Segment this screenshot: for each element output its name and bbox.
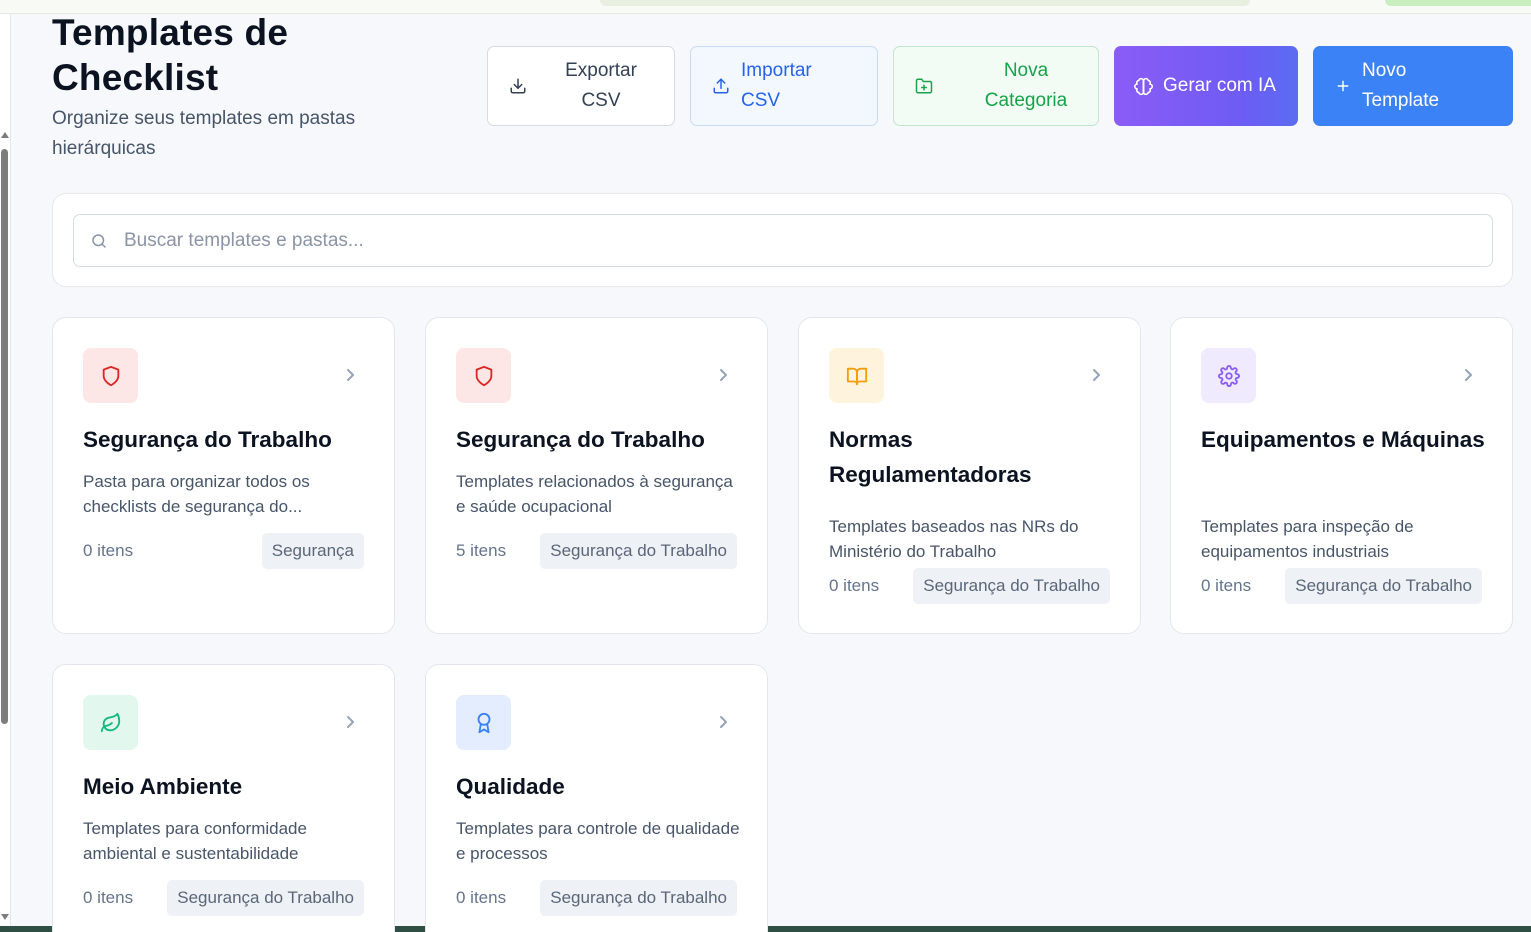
generate-ai-button[interactable]: Gerar com IA: [1114, 46, 1298, 126]
category-card[interactable]: Normas Regulamentadoras Templates baseado…: [798, 317, 1141, 634]
item-count: 0 itens: [456, 888, 507, 907]
card-description: Templates para controle de qualidade e p…: [456, 819, 740, 863]
generate-ai-label: Gerar com IA: [1163, 75, 1276, 96]
chevron-right-icon[interactable]: [717, 367, 729, 383]
chevron-right-icon[interactable]: [1462, 367, 1474, 383]
folder-plus-icon: [914, 76, 934, 96]
card-title: Equipamentos e Máquinas: [1201, 427, 1485, 452]
plus-icon: [1333, 76, 1353, 96]
download-icon: [508, 76, 528, 96]
category-icon-box: [1201, 348, 1256, 403]
category-tag: Segurança do Trabalho: [540, 533, 737, 569]
search-input[interactable]: [124, 229, 1424, 252]
new-template-label: Novo Template: [1362, 60, 1440, 111]
search-panel: [52, 193, 1513, 287]
export-csv-button[interactable]: Exportar CSV: [487, 46, 675, 126]
export-csv-label: Exportar CSV: [565, 60, 637, 111]
chevron-right-icon[interactable]: [717, 714, 729, 730]
item-count: 5 itens: [456, 541, 507, 560]
category-icon-box: [456, 695, 511, 750]
item-count: 0 itens: [83, 888, 134, 907]
category-tag: Segurança do Trabalho: [913, 568, 1110, 604]
category-tag: Segurança do Trabalho: [1285, 568, 1482, 604]
item-count: 0 itens: [83, 541, 134, 560]
category-icon-box: [456, 348, 511, 403]
shield-icon: [475, 365, 492, 386]
chevron-right-icon[interactable]: [344, 367, 356, 383]
item-count: 0 itens: [1201, 576, 1252, 595]
brain-icon: [1133, 76, 1153, 96]
category-card[interactable]: Segurança do Trabalho Templates relaciona…: [425, 317, 768, 634]
card-description: Templates para conformidade ambiental e …: [83, 819, 307, 863]
card-footer: 0 itens Segurança do Trabalho: [83, 880, 364, 916]
category-icon-box: [829, 348, 884, 403]
gear-icon: [1217, 364, 1240, 387]
category-icon-box: [83, 695, 138, 750]
import-csv-label: Importar CSV: [741, 60, 812, 111]
scroll-up-icon[interactable]: [1, 132, 9, 138]
new-template-button[interactable]: Novo Template: [1313, 46, 1513, 126]
new-category-button[interactable]: Nova Categoria: [893, 46, 1099, 126]
shield-icon: [102, 365, 119, 386]
category-tag: Segurança: [261, 533, 364, 569]
card-footer: 5 itens Segurança do Trabalho: [456, 533, 737, 569]
card-footer: 0 itens Segurança do Trabalho: [1201, 568, 1482, 604]
category-card[interactable]: Meio Ambiente Templates para conformidade…: [52, 664, 395, 932]
card-footer: 0 itens Segurança do Trabalho: [829, 568, 1110, 604]
card-title: Segurança do Trabalho: [83, 427, 332, 452]
page-title: Templates de Checklist: [52, 12, 289, 98]
search-icon: [90, 232, 108, 250]
leaf-icon: [100, 712, 120, 732]
award-icon: [477, 712, 490, 733]
scroll-down-icon[interactable]: [1, 914, 9, 920]
card-title: Qualidade: [456, 774, 565, 799]
card-description: Templates relacionados à segurança e saú…: [456, 472, 733, 516]
card-title: Meio Ambiente: [83, 774, 243, 799]
card-description: Templates para inspeção de equipamentos …: [1201, 517, 1414, 561]
card-description: Templates baseados nas NRs do Ministério…: [829, 517, 1079, 561]
card-title: Normas Regulamentadoras: [829, 427, 1032, 487]
category-tag: Segurança do Trabalho: [167, 880, 364, 916]
card-title: Segurança do Trabalho: [456, 427, 705, 452]
import-csv-button[interactable]: Importar CSV: [690, 46, 878, 126]
card-footer: 0 itens Segurança: [83, 533, 364, 569]
chevron-right-icon[interactable]: [344, 714, 356, 730]
category-tag: Segurança do Trabalho: [540, 880, 737, 916]
new-category-label: Nova Categoria: [984, 60, 1068, 111]
card-footer: 0 itens Segurança do Trabalho: [456, 880, 737, 916]
category-card[interactable]: Equipamentos e Máquinas Templates para in…: [1170, 317, 1513, 634]
chevron-right-icon[interactable]: [1090, 367, 1102, 383]
scrollbar-thumb[interactable]: [1, 149, 8, 724]
book-open-icon: [846, 367, 867, 385]
card-description: Pasta para organizar todos os checklists…: [83, 472, 310, 516]
category-card[interactable]: Qualidade Templates para controle de qual…: [425, 664, 768, 932]
category-card[interactable]: Segurança do Trabalho Pasta para organiza…: [52, 317, 395, 634]
item-count: 0 itens: [829, 576, 880, 595]
scrollbar[interactable]: [0, 14, 11, 926]
page-subtitle: Organize seus templates em pastas hierár…: [52, 108, 356, 159]
upload-icon: [711, 76, 731, 96]
search-box[interactable]: [73, 214, 1493, 267]
category-icon-box: [83, 348, 138, 403]
